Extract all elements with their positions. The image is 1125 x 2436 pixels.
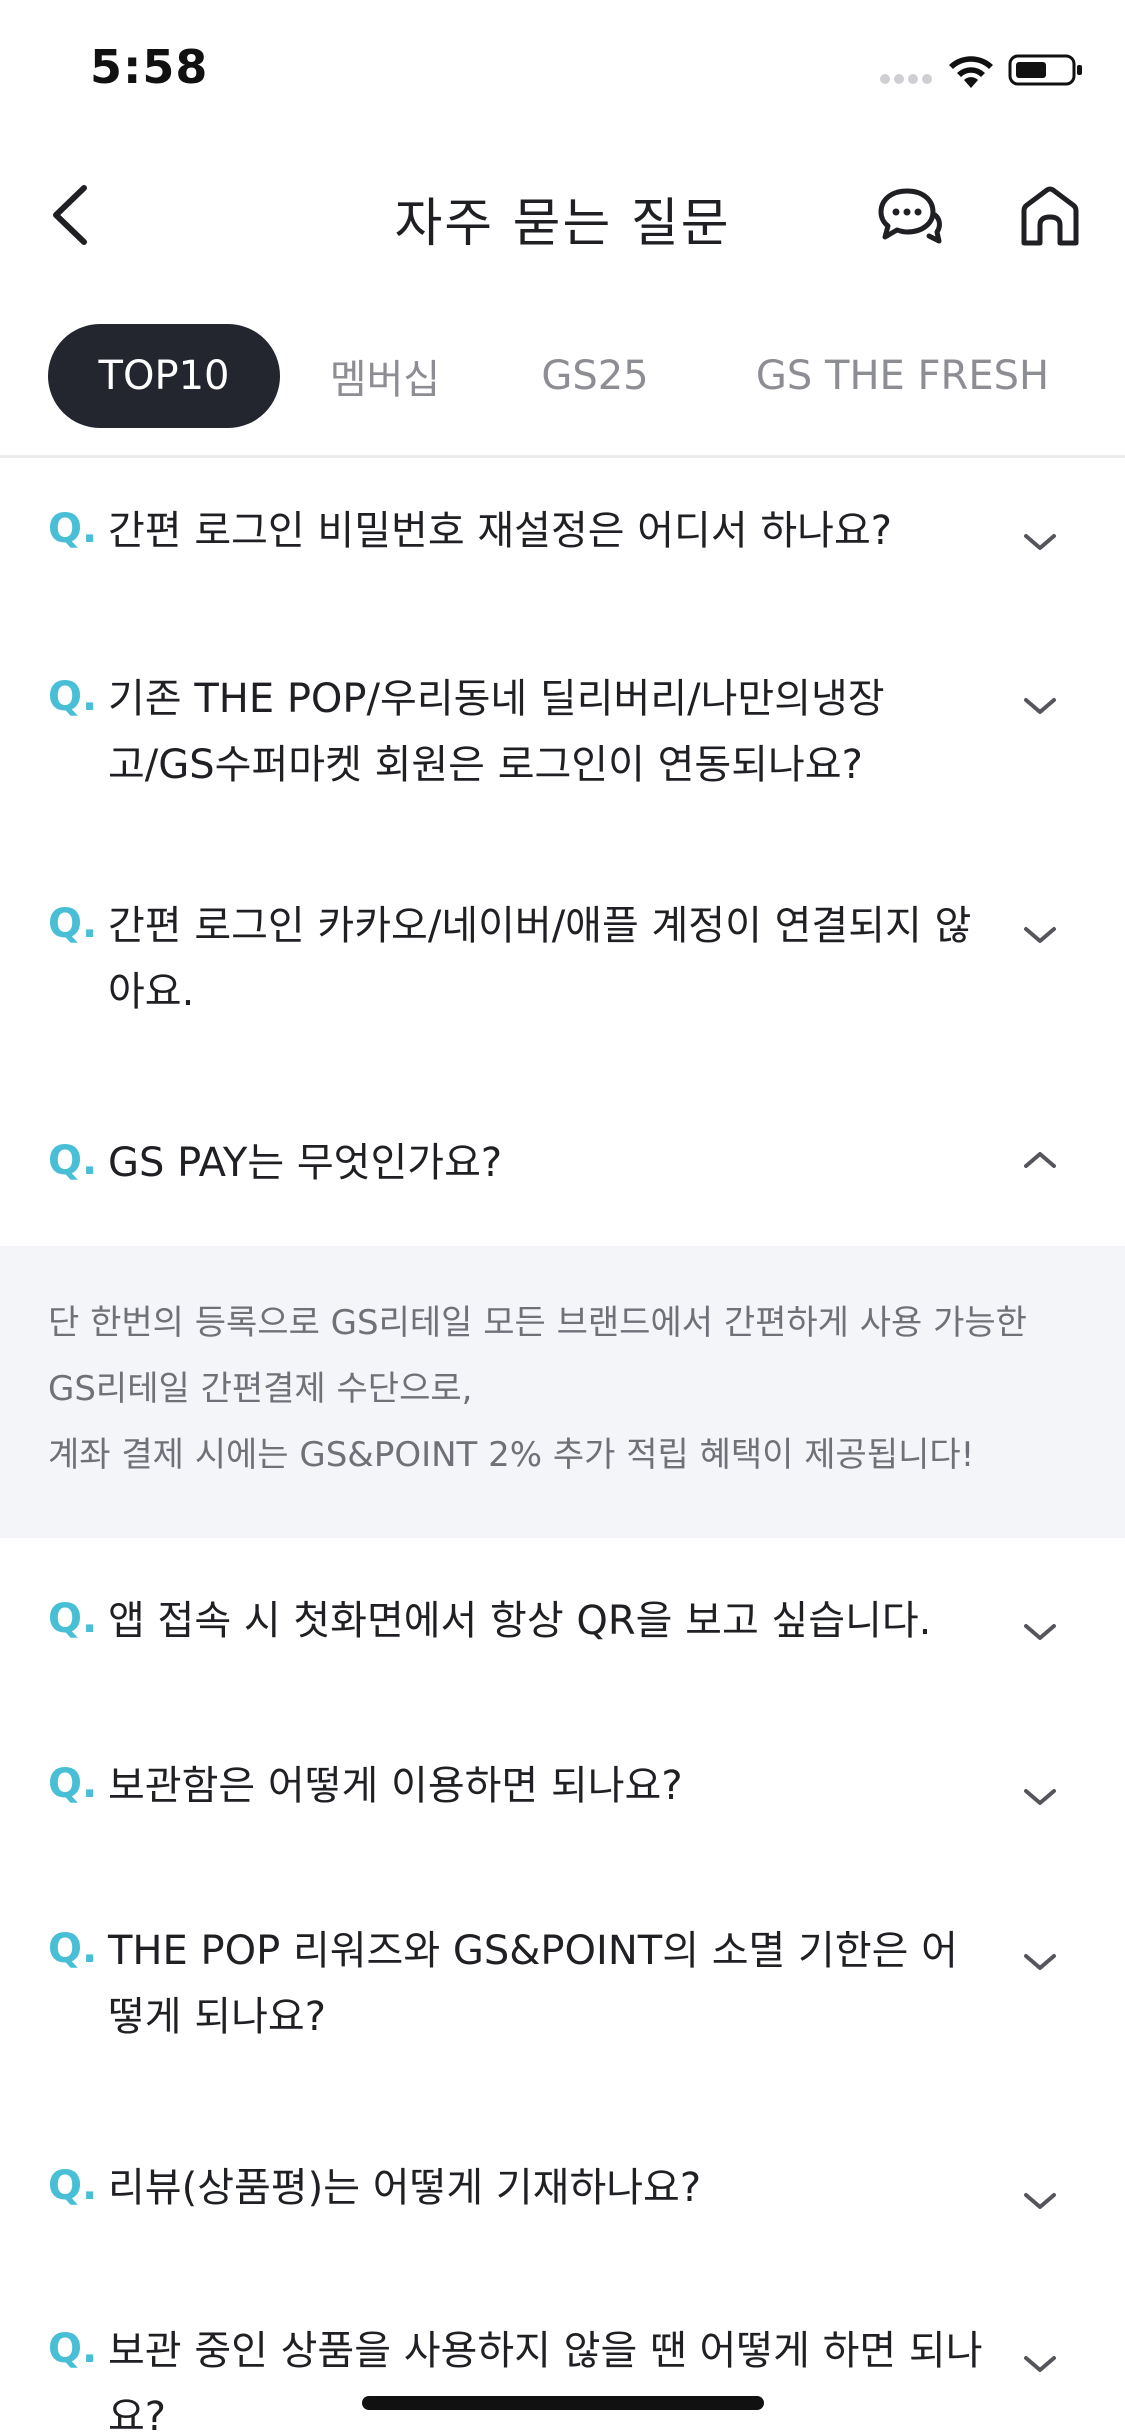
home-icon xyxy=(1021,186,1079,246)
faq-item[interactable]: Q. 앱 접속 시 첫화면에서 항상 QR을 보고 싶습니다. xyxy=(0,1538,1125,1703)
question-text: 보관 중인 상품을 사용하지 않을 땐 어떻게 하면 되나요? xyxy=(108,2328,983,2436)
cellular-signal-icon xyxy=(880,74,934,84)
question-prefix: Q. xyxy=(48,506,98,552)
question-text: 보관함은 어떻게 이용하면 되나요? xyxy=(108,1763,683,1809)
faq-screen: 5:58 자주 묻는 질문 TOP10 멤버십 GS25 GS THE FRES… xyxy=(0,0,1125,2436)
question-text: 리뷰(상품평)는 어떻게 기재하나요? xyxy=(108,2165,702,2211)
chevron-down-icon xyxy=(1024,1624,1056,1640)
faq-item[interactable]: Q. THE POP 리워즈와 GS&POINT의 소멸 기한은 어떻게 되나요… xyxy=(0,1868,1125,2103)
home-indicator xyxy=(362,2396,764,2410)
faq-item[interactable]: Q. 기존 THE POP/우리동네 딜리버리/나만의냉장고/GS수퍼마켓 회원… xyxy=(0,606,1125,841)
question-text: 간편 로그인 비밀번호 재설정은 어디서 하나요? xyxy=(108,508,893,554)
wifi-icon xyxy=(949,56,993,88)
status-time: 5:58 xyxy=(90,40,209,94)
question-prefix: Q. xyxy=(48,901,98,947)
battery-icon xyxy=(1008,54,1082,86)
question-text: THE POP 리워즈와 GS&POINT의 소멸 기한은 어떻게 되나요? xyxy=(108,1928,958,2040)
chevron-down-icon xyxy=(1024,927,1056,943)
question-text: 앱 접속 시 첫화면에서 항상 QR을 보고 싶습니다. xyxy=(108,1598,932,1644)
question-text: 기존 THE POP/우리동네 딜리버리/나만의냉장고/GS수퍼마켓 회원은 로… xyxy=(108,676,885,788)
category-tabs: TOP10 멤버십 GS25 GS THE FRESH xyxy=(0,320,1125,458)
status-bar: 5:58 xyxy=(0,0,1125,135)
chat-bubble-icon xyxy=(878,188,942,244)
question-prefix: Q. xyxy=(48,1138,98,1184)
faq-item[interactable]: Q. 리뷰(상품평)는 어떻게 기재하나요? xyxy=(0,2103,1125,2268)
faq-answer: 단 한번의 등록으로 GS리테일 모든 브랜드에서 간편하게 사용 가능한 GS… xyxy=(0,1246,1125,1538)
tab-membership[interactable]: 멤버십 xyxy=(310,324,460,428)
question-prefix: Q. xyxy=(48,674,98,720)
chevron-down-icon xyxy=(1024,698,1056,714)
tab-gs25[interactable]: GS25 xyxy=(515,324,675,428)
chevron-down-icon xyxy=(1024,534,1056,550)
faq-item[interactable]: Q. 보관함은 어떻게 이용하면 되나요? xyxy=(0,1703,1125,1868)
question-text: 간편 로그인 카카오/네이버/애플 계정이 연결되지 않아요. xyxy=(108,903,972,1015)
tab-gs-the-fresh[interactable]: GS THE FRESH xyxy=(730,324,1075,428)
chevron-down-icon xyxy=(1024,1789,1056,1805)
chevron-up-icon xyxy=(1024,1152,1056,1168)
answer-text: 단 한번의 등록으로 GS리테일 모든 브랜드에서 간편하게 사용 가능한 GS… xyxy=(48,1303,1027,1475)
home-button[interactable] xyxy=(1010,177,1090,257)
chevron-down-icon xyxy=(1024,2356,1056,2372)
question-prefix: Q. xyxy=(48,2326,98,2372)
question-text: GS PAY는 무엇인가요? xyxy=(108,1140,503,1186)
chat-button[interactable] xyxy=(870,177,950,257)
chevron-down-icon xyxy=(1024,2193,1056,2209)
faq-item-expanded[interactable]: Q. GS PAY는 무엇인가요? xyxy=(0,1076,1125,1246)
question-prefix: Q. xyxy=(48,1761,98,1807)
question-prefix: Q. xyxy=(48,1926,98,1972)
tab-top10[interactable]: TOP10 xyxy=(48,324,280,428)
faq-item[interactable]: Q. 보관 중인 상품을 사용하지 않을 땐 어떻게 하면 되나요? xyxy=(0,2268,1125,2436)
chevron-down-icon xyxy=(1024,1954,1056,1970)
app-header: 자주 묻는 질문 xyxy=(0,135,1125,300)
question-prefix: Q. xyxy=(48,1596,98,1642)
faq-item[interactable]: Q. 간편 로그인 카카오/네이버/애플 계정이 연결되지 않아요. xyxy=(0,841,1125,1076)
question-prefix: Q. xyxy=(48,2163,98,2209)
page-title: 자주 묻는 질문 xyxy=(394,194,731,254)
faq-item[interactable]: Q. 간편 로그인 비밀번호 재설정은 어디서 하나요? xyxy=(0,458,1125,606)
